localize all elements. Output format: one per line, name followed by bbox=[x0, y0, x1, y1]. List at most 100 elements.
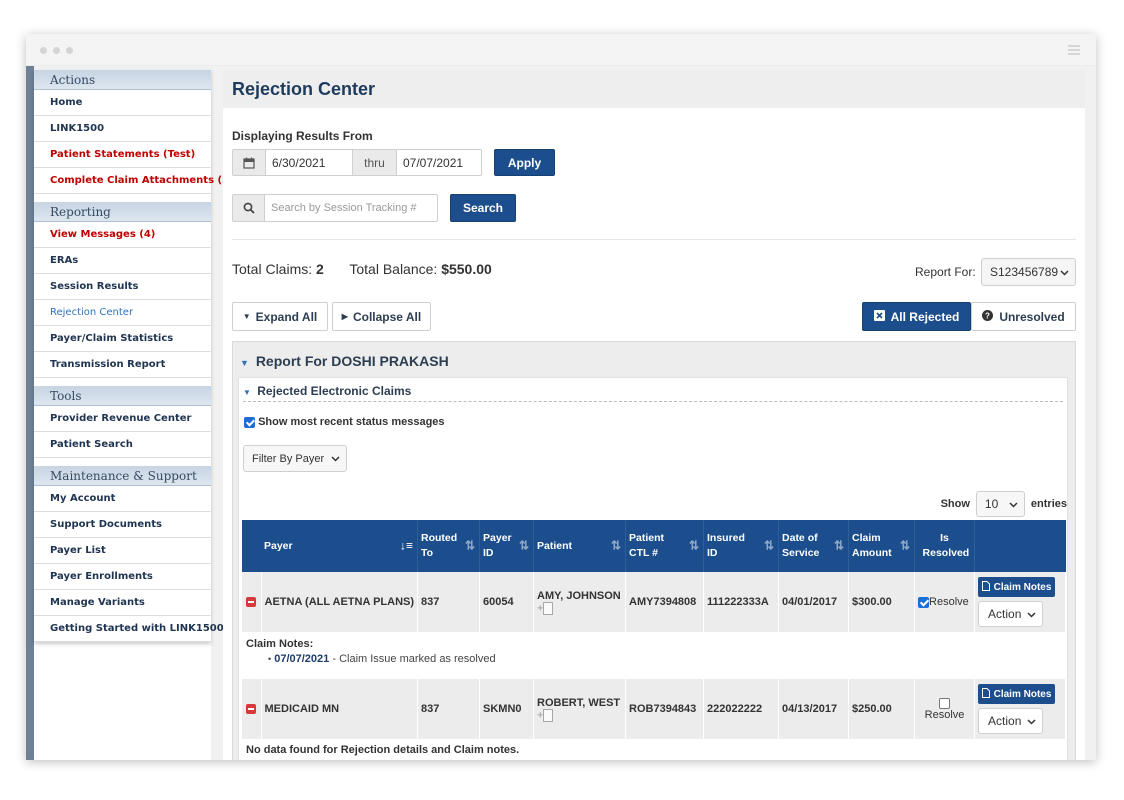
sidebar-item-session-results[interactable]: Session Results bbox=[34, 274, 211, 300]
sidebar-item-home[interactable]: Home bbox=[34, 90, 211, 116]
action-dropdown[interactable]: Action bbox=[978, 708, 1044, 734]
column-payer[interactable]: Payer ↓≡ bbox=[261, 520, 419, 572]
collapse-row-icon[interactable] bbox=[246, 597, 257, 608]
sidebar-section-actions: Actions bbox=[34, 70, 211, 90]
column-routed-to[interactable]: Routed To ⇅ bbox=[417, 520, 481, 572]
chevron-down-icon bbox=[1027, 607, 1036, 621]
sidebar-item-payer-enrollments[interactable]: Payer Enrollments bbox=[34, 564, 211, 590]
cell-insured-id: 222022222 bbox=[703, 679, 780, 739]
all-rejected-button[interactable]: All Rejected bbox=[862, 302, 971, 331]
sidebar-item-claim-attachments[interactable]: Complete Claim Attachments (50) bbox=[34, 168, 241, 194]
sidebar-item-patient-statements[interactable]: Patient Statements (Test) bbox=[34, 142, 211, 168]
question-circle-icon: ? bbox=[982, 309, 994, 324]
report-title[interactable]: ▼ Report For DOSHI PRAKASH bbox=[240, 353, 449, 369]
document-icon bbox=[981, 580, 990, 594]
row-toggle[interactable] bbox=[242, 679, 262, 739]
hamburger-menu-icon[interactable] bbox=[1068, 45, 1080, 57]
column-is-resolved: Is Resolved bbox=[914, 520, 976, 572]
expand-all-button[interactable]: ▼ Expand All bbox=[232, 302, 328, 331]
close-box-icon bbox=[873, 309, 885, 324]
window-dot-icon bbox=[66, 47, 73, 54]
sidebar-item-eras[interactable]: ERAs bbox=[34, 248, 211, 274]
show-recent-checkbox[interactable] bbox=[244, 416, 255, 428]
sort-icon[interactable]: ⇅ bbox=[465, 539, 475, 554]
sort-icon[interactable]: ⇅ bbox=[764, 539, 774, 554]
sidebar-item-getting-started[interactable]: Getting Started with LINK1500 bbox=[34, 616, 224, 642]
search-group: Search by Session Tracking # bbox=[232, 194, 438, 222]
cell-claim-amount: $250.00 bbox=[848, 679, 916, 739]
resolve-checkbox[interactable] bbox=[918, 596, 930, 608]
add-note-control[interactable]: + bbox=[537, 708, 622, 722]
report-for-value: S123456789 bbox=[990, 265, 1059, 279]
report-for-select[interactable]: S123456789 bbox=[981, 258, 1076, 286]
search-button[interactable]: Search bbox=[450, 194, 516, 222]
show-recent-label: Show most recent status messages bbox=[258, 416, 445, 428]
section-title[interactable]: ▼ Rejected Electronic Claims bbox=[243, 384, 411, 398]
column-payer-id[interactable]: Payer ID ⇅ bbox=[479, 520, 535, 572]
sidebar-item-payer-list[interactable]: Payer List bbox=[34, 538, 211, 564]
cell-payer-id: 60054 bbox=[479, 572, 535, 632]
sidebar-item-link1500[interactable]: LINK1500 bbox=[34, 116, 211, 142]
cell-patient-ctl: AMY7394808 bbox=[625, 572, 705, 632]
column-claim-amount[interactable]: Claim Amount ⇅ bbox=[848, 520, 916, 572]
apply-button[interactable]: Apply bbox=[494, 149, 555, 176]
action-label: Action bbox=[988, 714, 1022, 728]
calendar-icon[interactable] bbox=[233, 150, 266, 175]
sidebar-item-payer-claim-statistics[interactable]: Payer/Claim Statistics bbox=[34, 326, 211, 352]
claim-notes-button[interactable]: Claim Notes bbox=[978, 684, 1056, 704]
column-label: Insured ID bbox=[707, 532, 745, 559]
unresolved-button[interactable]: ? Unresolved bbox=[971, 302, 1076, 331]
show-recent-option[interactable]: Show most recent status messages bbox=[244, 416, 445, 428]
sort-icon[interactable]: ⇅ bbox=[519, 539, 529, 554]
patient-name: AMY, JOHNSON bbox=[537, 589, 621, 602]
sidebar-item-view-messages[interactable]: View Messages (4) bbox=[34, 222, 211, 248]
sort-icon[interactable]: ⇅ bbox=[900, 539, 910, 554]
entries-select[interactable]: 10 bbox=[975, 491, 1025, 517]
search-input[interactable]: Search by Session Tracking # bbox=[265, 195, 437, 221]
report-panel: ▼ Report For DOSHI PRAKASH ▼ Rejected El… bbox=[232, 341, 1076, 760]
filter-payer-select[interactable]: Filter By Payer bbox=[243, 445, 347, 472]
sidebar-item-manage-variants[interactable]: Manage Variants bbox=[34, 590, 211, 616]
sidebar-item-transmission-report[interactable]: Transmission Report bbox=[34, 352, 211, 378]
sidebar-item-support-documents[interactable]: Support Documents bbox=[34, 512, 211, 538]
sort-icon[interactable]: ⇅ bbox=[834, 539, 844, 554]
sidebar-item-provider-revenue-center[interactable]: Provider Revenue Center bbox=[34, 406, 211, 432]
column-label: Patient CTL # bbox=[629, 532, 665, 559]
column-expander bbox=[242, 520, 261, 572]
total-claims-value: 2 bbox=[316, 261, 324, 277]
sort-desc-icon[interactable]: ↓≡ bbox=[400, 539, 413, 554]
sidebar-item-rejection-center[interactable]: Rejection Center bbox=[34, 300, 211, 326]
sidebar-section-reporting: Reporting bbox=[34, 202, 211, 222]
claim-note-separator: - bbox=[329, 653, 340, 665]
cell-payer: AETNA (ALL AETNA PLANS) bbox=[261, 572, 419, 632]
caret-right-icon: ▶ bbox=[341, 312, 348, 321]
caret-down-icon: ▼ bbox=[240, 358, 249, 368]
sidebar-item-patient-search[interactable]: Patient Search bbox=[34, 432, 211, 458]
document-icon[interactable] bbox=[543, 708, 554, 722]
column-patient-ctl[interactable]: Patient CTL # ⇅ bbox=[625, 520, 705, 572]
date-to-input[interactable]: 07/07/2021 bbox=[397, 150, 481, 175]
collapse-row-icon[interactable] bbox=[246, 704, 257, 715]
claim-notes-label: Claim Notes bbox=[993, 581, 1052, 593]
window-dot-icon bbox=[53, 47, 60, 54]
sort-icon[interactable]: ⇅ bbox=[689, 539, 699, 554]
collapse-all-button[interactable]: ▶ Collapse All bbox=[332, 302, 431, 331]
date-from-input[interactable]: 6/30/2021 bbox=[266, 150, 353, 175]
document-icon bbox=[981, 687, 990, 701]
total-claims-label: Total Claims: bbox=[232, 261, 313, 277]
sort-icon[interactable]: ⇅ bbox=[611, 539, 621, 554]
sidebar-item-my-account[interactable]: My Account bbox=[34, 486, 211, 512]
row-toggle[interactable] bbox=[242, 572, 262, 632]
table-row: MEDICAID MN 837 SKMN0 ROBERT, WEST + ROB… bbox=[242, 679, 1066, 739]
table-header-row: Payer ↓≡ Routed To ⇅ Payer ID ⇅ Patient ⇅ Pa… bbox=[242, 520, 1066, 572]
column-insured-id[interactable]: Insured ID ⇅ bbox=[703, 520, 780, 572]
sidebar-menu: Actions Home LINK1500 Patient Statements… bbox=[34, 70, 241, 642]
action-dropdown[interactable]: Action bbox=[978, 601, 1044, 627]
claim-notes-button[interactable]: Claim Notes bbox=[978, 577, 1056, 597]
add-note-control[interactable]: + bbox=[537, 601, 622, 615]
resolve-checkbox[interactable] bbox=[939, 697, 951, 709]
document-icon[interactable] bbox=[543, 601, 554, 615]
column-patient[interactable]: Patient ⇅ bbox=[533, 520, 627, 572]
column-date-of-service[interactable]: Date of Service ⇅ bbox=[778, 520, 850, 572]
claim-note-date: 07/07/2021 bbox=[274, 653, 330, 665]
